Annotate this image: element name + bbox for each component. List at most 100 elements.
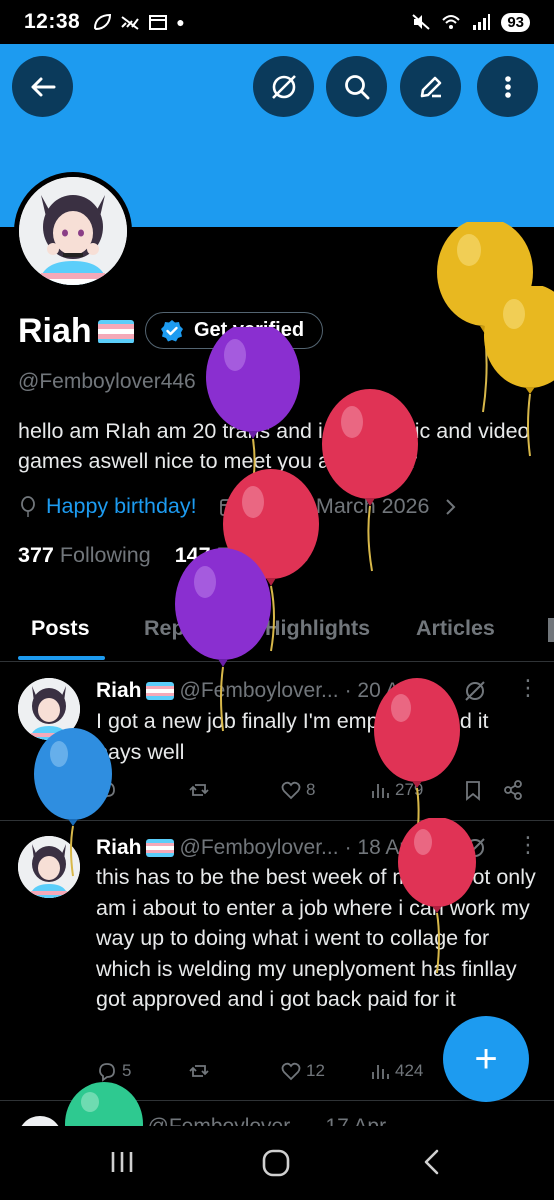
view-count: 424 — [395, 1061, 424, 1080]
reply-button[interactable]: 5 — [96, 1060, 131, 1082]
post-header: Riah @Femboylover... · 20 Apr — [96, 679, 418, 703]
views-icon — [372, 784, 389, 798]
post-date: · 20 Apr — [344, 679, 419, 702]
mute-icon — [412, 14, 430, 30]
like-count: 8 — [306, 780, 316, 799]
no-signal-icon — [121, 16, 140, 30]
post-item[interactable]: Riah @Femboylover... · 17 Apr — [0, 1101, 554, 1126]
bookmark-button[interactable] — [462, 779, 484, 801]
anime-avatar-illustration — [19, 177, 127, 285]
followers-link[interactable]: 147 Followers — [175, 543, 309, 568]
grok-icon — [271, 74, 296, 99]
grok-icon[interactable] — [462, 678, 488, 704]
post-avatar[interactable] — [18, 1116, 62, 1126]
post-handle: @Femboylover... — [179, 836, 339, 859]
profile-tabs: Posts Replies Highlights Articles — [0, 600, 554, 662]
reply-icon — [99, 782, 115, 801]
tab-replies[interactable]: Replies — [144, 616, 220, 641]
home-icon[interactable] — [261, 1148, 291, 1178]
views-button[interactable]: 279 — [369, 779, 423, 801]
grok-button[interactable] — [253, 56, 314, 117]
battery-indicator: 93 — [501, 12, 530, 32]
post-avatar[interactable] — [18, 678, 80, 740]
vertical-dots-icon — [504, 75, 511, 98]
post-author[interactable]: Riah — [96, 836, 174, 860]
repost-icon — [189, 784, 209, 796]
post-more-icon[interactable]: ⋮ — [517, 675, 539, 701]
wifi-icon — [442, 15, 461, 29]
like-button[interactable]: 8 — [280, 779, 315, 801]
like-button[interactable]: 12 — [280, 1060, 325, 1082]
more-options-button[interactable] — [477, 56, 538, 117]
tab-highlights[interactable]: Highlights — [265, 616, 370, 641]
post-author-name: Riah — [96, 836, 142, 859]
post-author[interactable]: Riah — [96, 679, 174, 703]
edit-button[interactable] — [400, 56, 461, 117]
share-icon — [504, 780, 522, 800]
view-count: 279 — [395, 780, 424, 799]
avatar-image — [19, 177, 127, 285]
post-item[interactable]: Riah @Femboylover... · 20 Apr ⋮ I got a … — [0, 663, 554, 821]
search-button[interactable] — [326, 56, 387, 117]
following-label: Following — [59, 543, 151, 567]
heart-icon — [281, 781, 301, 800]
system-nav-bar — [0, 1126, 554, 1200]
status-left-icons: ● — [92, 13, 185, 31]
post-header: Riah @Femboylover... · 17 Apr — [96, 1115, 386, 1126]
repost-button[interactable] — [188, 1060, 214, 1082]
post-more-icon[interactable]: ⋮ — [517, 832, 539, 858]
post-date: · 18 Apr — [344, 836, 419, 859]
profile-bio: hello am RIah am 20 trans and i love mus… — [18, 419, 530, 473]
post-header: Riah @Femboylover... · 18 Apr — [96, 836, 418, 860]
post-handle: @Femboylover... — [148, 1115, 307, 1126]
reply-count: 5 — [122, 1061, 132, 1080]
get-verified-button[interactable]: Get verified — [145, 312, 324, 349]
anime-avatar-illustration — [18, 836, 80, 898]
share-button[interactable] — [502, 779, 524, 801]
status-bar: 12:38 ● 93 — [0, 0, 554, 44]
calendar-icon — [149, 15, 168, 30]
profile-handle: @Femboylover446 — [18, 370, 196, 393]
search-icon — [344, 74, 369, 99]
back-nav-icon[interactable] — [420, 1148, 444, 1176]
post-handle: @Femboylover... — [179, 679, 339, 702]
signal-icon — [473, 14, 491, 30]
trans-flag-icon — [145, 682, 174, 700]
leaf-icon — [94, 13, 112, 31]
birthday-link[interactable]: Happy birthday! — [46, 494, 197, 519]
recent-apps-icon[interactable] — [108, 1148, 136, 1176]
post-actions: 8 279 — [96, 779, 536, 809]
compose-post-button[interactable]: + — [443, 1016, 529, 1102]
back-button[interactable] — [12, 56, 73, 117]
profile-avatar[interactable] — [14, 172, 132, 290]
pencil-icon — [420, 76, 441, 97]
reply-button[interactable] — [96, 779, 122, 801]
joined-date: Joined March 2026 — [246, 494, 430, 518]
profile-name: Riah — [18, 312, 134, 351]
repost-button[interactable] — [188, 779, 214, 801]
trans-flag-icon — [97, 319, 134, 344]
balloon-red — [322, 389, 418, 572]
views-icon — [372, 1065, 389, 1079]
balloon-gold — [437, 222, 533, 413]
post-avatar[interactable] — [18, 836, 80, 898]
followers-count: 147 — [174, 543, 211, 567]
calendar-icon — [219, 498, 238, 516]
follow-stats: 377 Following 147 Followers — [18, 543, 309, 568]
following-count: 377 — [18, 543, 54, 567]
anime-avatar-illustration — [18, 678, 80, 740]
bookmark-icon — [466, 781, 480, 801]
tab-posts[interactable]: Posts — [31, 616, 90, 641]
grok-icon[interactable] — [462, 835, 488, 861]
views-button[interactable]: 424 — [369, 1060, 423, 1082]
tab-articles[interactable]: Articles — [416, 616, 495, 641]
following-link[interactable]: 377 Following — [18, 543, 151, 568]
display-name: Riah — [18, 312, 92, 350]
plus-icon: + — [474, 1037, 498, 1081]
reply-icon — [99, 1063, 115, 1082]
post-author-name: Riah — [96, 679, 142, 702]
post-text: I got a new job finally I'm employed and… — [96, 709, 489, 764]
chevron-right-icon[interactable] — [443, 497, 459, 517]
dot-icon: ● — [176, 14, 185, 30]
tab-overflow-indicator — [548, 618, 554, 642]
